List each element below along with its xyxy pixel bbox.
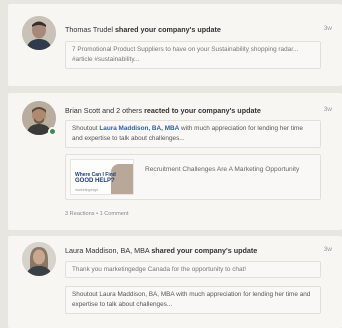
shared-post-preview[interactable]: Shoutout Laura Maddison, BA, MBA with mu…	[65, 286, 321, 314]
timestamp: 3w	[323, 246, 332, 253]
post-snippet: 7 Promotional Product Suppliers to have …	[72, 46, 299, 63]
thumbnail-brand: marketingedge	[75, 188, 99, 192]
post-preview[interactable]: Shoutout Laura Maddison, BA, MBA with mu…	[65, 120, 321, 148]
notification-card[interactable]: Thomas Trudel shared your company's upda…	[8, 4, 342, 86]
online-status-icon	[48, 127, 57, 136]
shared-post-preview[interactable]: 7 Promotional Product Suppliers to have …	[65, 41, 321, 69]
shared-article-preview[interactable]: Where Can I Find GOOD HELP? marketingedg…	[65, 154, 321, 200]
actor-name[interactable]: Thomas Trudel	[65, 25, 113, 34]
timestamp: 3w	[323, 25, 332, 32]
comment-preview[interactable]: Thank you marketingedge Canada for the o…	[65, 261, 321, 278]
article-title[interactable]: Recruitment Challenges Are A Marketing O…	[145, 164, 315, 175]
avatar[interactable]	[22, 16, 56, 50]
notification-header: Brian Scott and 2 others reacted to your…	[65, 106, 261, 115]
thumbnail-text-line-2: GOOD HELP?	[75, 178, 115, 184]
comment-text: Thank you marketingedge Canada for the o…	[72, 266, 247, 273]
notification-header: Laura Maddison, BA, MBA shared your comp…	[65, 246, 257, 255]
notification-card[interactable]: Brian Scott and 2 others reacted to your…	[8, 93, 342, 230]
notification-action: shared your company's update	[151, 246, 258, 255]
notification-card[interactable]: Laura Maddison, BA, MBA shared your comp…	[8, 236, 342, 328]
notification-action: shared your company's update	[114, 25, 221, 34]
article-thumbnail: Where Can I Find GOOD HELP? marketingedg…	[70, 159, 134, 195]
actor-name[interactable]: Laura Maddison, BA, MBA	[65, 246, 149, 255]
actor-name[interactable]: Brian Scott and 2 others	[65, 106, 142, 115]
timestamp: 3w	[323, 106, 332, 113]
reaction-stats[interactable]: 3 Reactions • 1 Comment	[65, 211, 129, 217]
notification-action: reacted to your company's update	[144, 106, 261, 115]
post-snippet: Shoutout Laura Maddison, BA, MBA with mu…	[72, 291, 311, 308]
notifications-feed: Thomas Trudel shared your company's upda…	[0, 0, 342, 328]
notification-header: Thomas Trudel shared your company's upda…	[65, 25, 221, 34]
snippet-prefix: Shoutout	[72, 125, 98, 132]
mention-link[interactable]: Laura Maddison, BA, MBA	[99, 125, 179, 132]
avatar[interactable]	[22, 242, 56, 276]
